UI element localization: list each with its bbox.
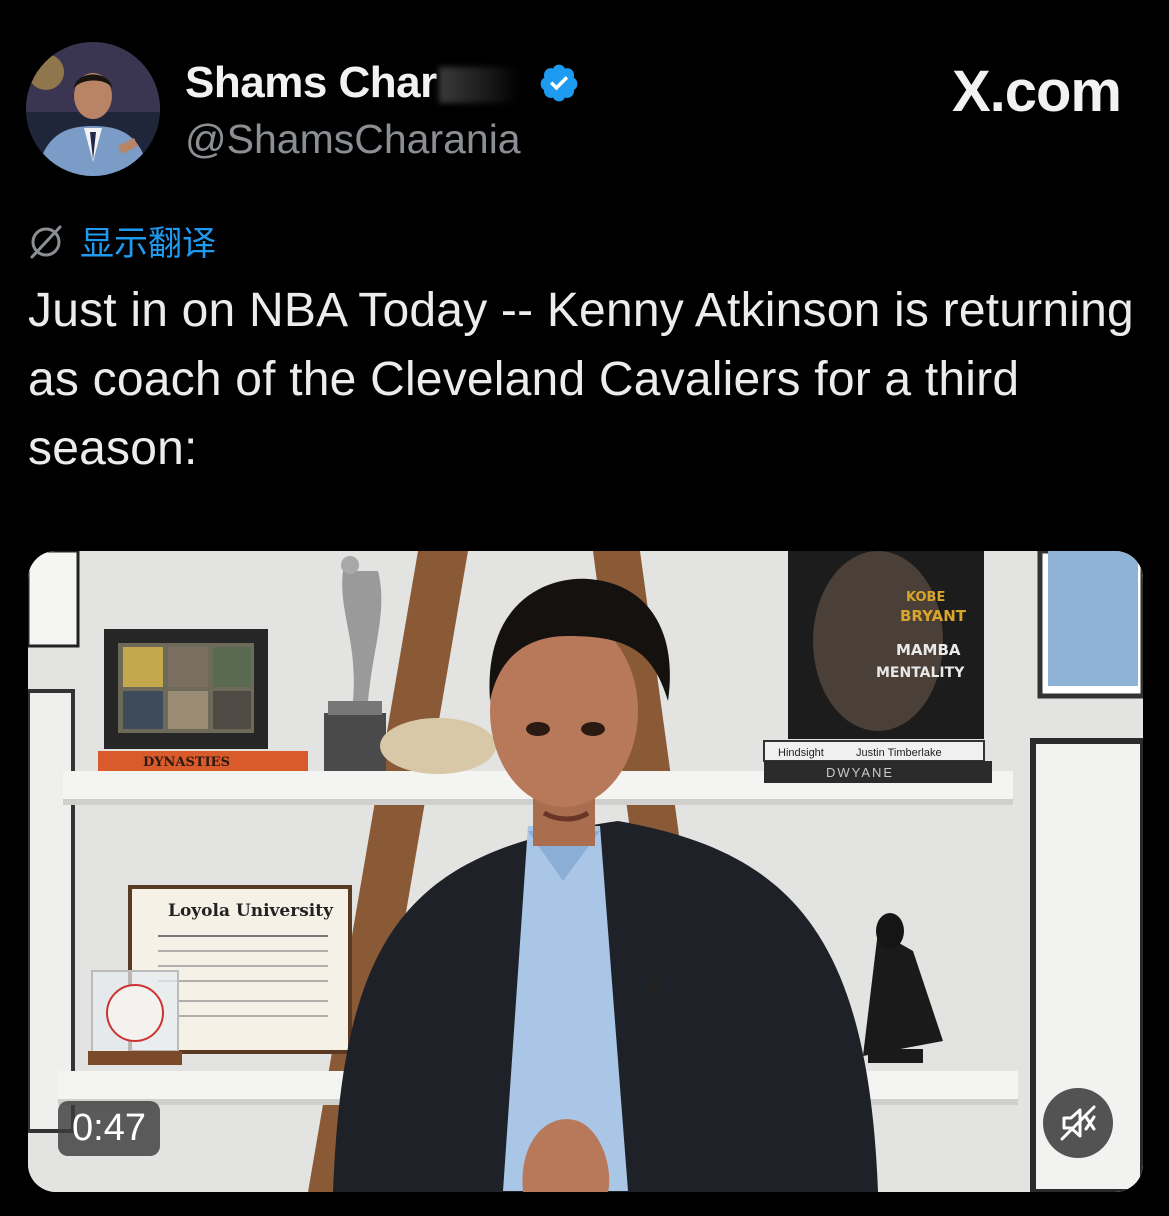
diploma-title: Loyola University	[168, 901, 334, 921]
video-frame: DYNASTIES KOBE BRYANT MAMBA MENTALITY Hi…	[28, 551, 1143, 1192]
book-dwyane: DWYANE	[826, 765, 894, 780]
tweet-text: Just in on NBA Today -- Kenny Atkinson i…	[28, 284, 1134, 475]
book-mentality: MENTALITY	[876, 665, 965, 681]
book-justin-timberlake: Justin Timberlake	[856, 747, 942, 759]
verified-badge-icon	[540, 64, 578, 102]
globe-slash-icon	[30, 225, 62, 258]
video-player[interactable]: DYNASTIES KOBE BRYANT MAMBA MENTALITY Hi…	[28, 551, 1143, 1192]
author-name[interactable]: Shams Char	[185, 58, 519, 108]
video-duration: 0:47	[58, 1101, 160, 1156]
author-handle[interactable]: @ShamsCharania	[185, 116, 521, 163]
brand-watermark: X.com	[951, 59, 1122, 124]
book-hindsight: Hindsight	[778, 747, 824, 759]
author-avatar[interactable]	[26, 42, 160, 176]
book-dynasties: DYNASTIES	[143, 755, 230, 770]
book-mamba: MAMBA	[896, 641, 961, 659]
author-name-text: Shams Char	[185, 58, 437, 107]
avatar-image	[26, 42, 160, 176]
show-translation-label: 显示翻译	[80, 224, 216, 264]
show-translation-button[interactable]: 显示翻译	[26, 216, 216, 265]
book-kobe: KOBE	[906, 590, 945, 605]
tweet-card: Shams Char @ShamsCharania X.com 显示翻译 Jus…	[0, 0, 1169, 1216]
redacted-name-blur	[438, 67, 519, 104]
muted-speaker-icon	[1060, 1105, 1096, 1141]
unmute-button[interactable]	[1043, 1088, 1113, 1158]
book-bryant: BRYANT	[900, 607, 967, 625]
